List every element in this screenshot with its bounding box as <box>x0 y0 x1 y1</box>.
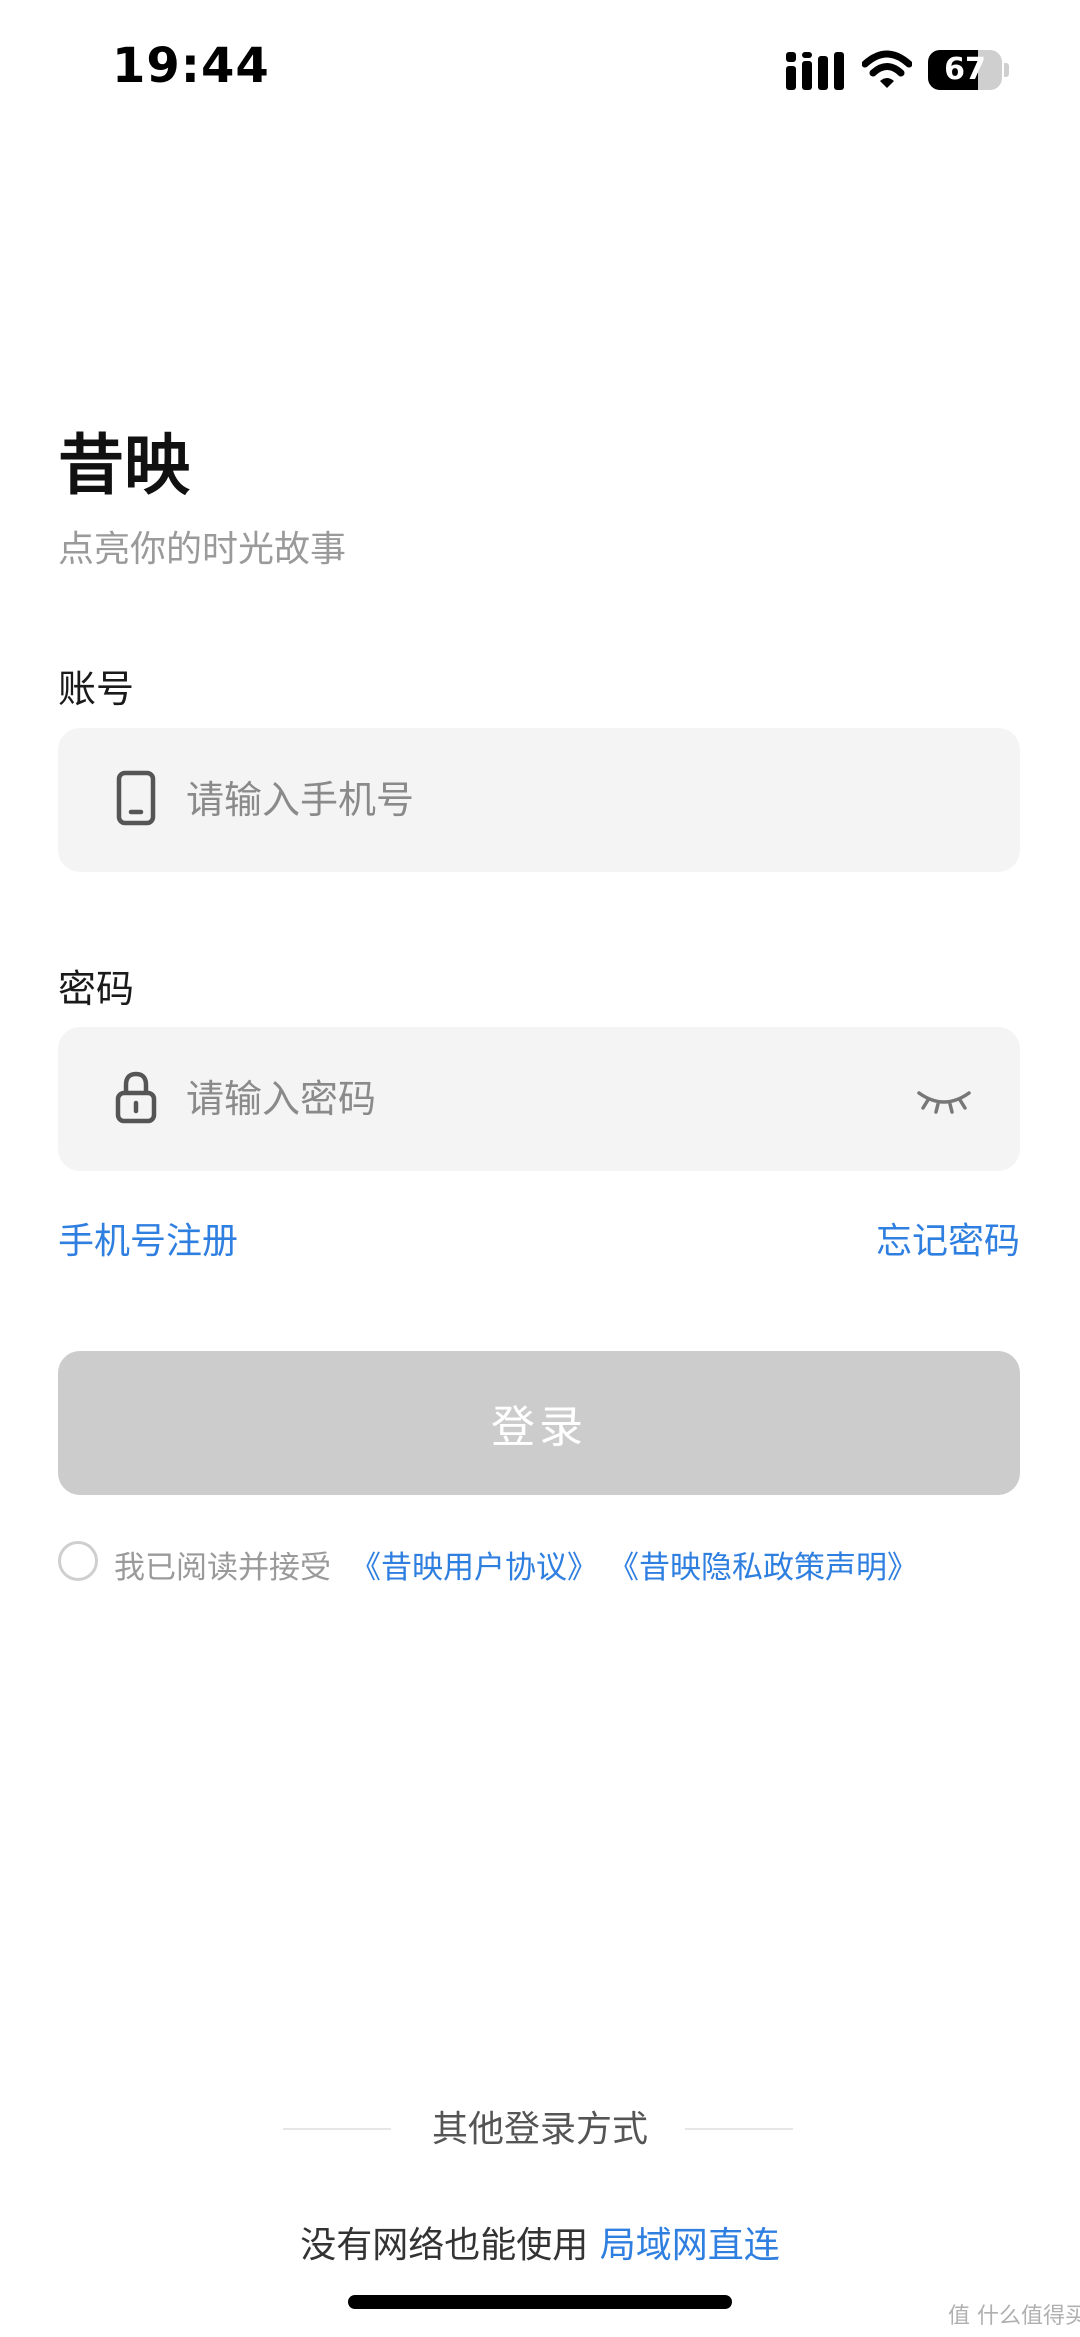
password-field[interactable] <box>58 1027 1020 1171</box>
password-input[interactable] <box>186 1027 866 1171</box>
status-time: 19:44 <box>112 38 270 94</box>
privacy-policy-link[interactable]: 《昔映隐私政策声明》 <box>608 1542 918 1587</box>
offline-text: 没有网络也能使用 <box>300 2225 589 2266</box>
cellular-signal-icon <box>786 52 844 90</box>
lan-direct-link[interactable]: 局域网直连 <box>600 2225 780 2266</box>
offline-row: 没有网络也能使用 局域网直连 <box>0 2216 1080 2268</box>
agreement-text: 我已阅读并接受 <box>114 1550 331 1586</box>
user-agreement-link[interactable]: 《昔映用户协议》 <box>350 1542 598 1587</box>
login-screen: 19:44 67 昔映 点亮你的时光故事 账号 密码 <box>0 0 1080 2337</box>
battery-icon: 67 <box>928 50 1002 90</box>
battery-percent: 67 <box>944 52 986 87</box>
password-label: 密码 <box>58 967 135 1011</box>
phone-input[interactable] <box>186 728 866 872</box>
divider-right <box>685 2128 793 2130</box>
other-login-label: 其他登录方式 <box>431 2109 648 2150</box>
app-slogan: 点亮你的时光故事 <box>58 529 347 570</box>
wifi-icon <box>862 50 912 88</box>
login-button[interactable]: 登录 <box>58 1351 1020 1495</box>
agreement-checkbox[interactable] <box>58 1541 98 1581</box>
phone-icon <box>116 770 156 826</box>
phone-register-link[interactable]: 手机号注册 <box>58 1212 238 1264</box>
account-field[interactable] <box>58 728 1020 872</box>
watermark: 值 什么值得买 <box>948 2304 1080 2329</box>
battery-cap <box>1004 63 1009 77</box>
eye-closed-icon[interactable] <box>916 1085 972 1115</box>
lock-icon <box>115 1071 157 1124</box>
app-title: 昔映 <box>58 427 190 504</box>
home-indicator[interactable] <box>348 2295 732 2309</box>
status-bar: 19:44 67 <box>0 0 1080 140</box>
forgot-password-link[interactable]: 忘记密码 <box>876 1212 1020 1264</box>
agreement-row: 我已阅读并接受 《昔映用户协议》 《昔映隐私政策声明》 <box>58 1540 1058 1587</box>
account-label: 账号 <box>58 667 135 711</box>
